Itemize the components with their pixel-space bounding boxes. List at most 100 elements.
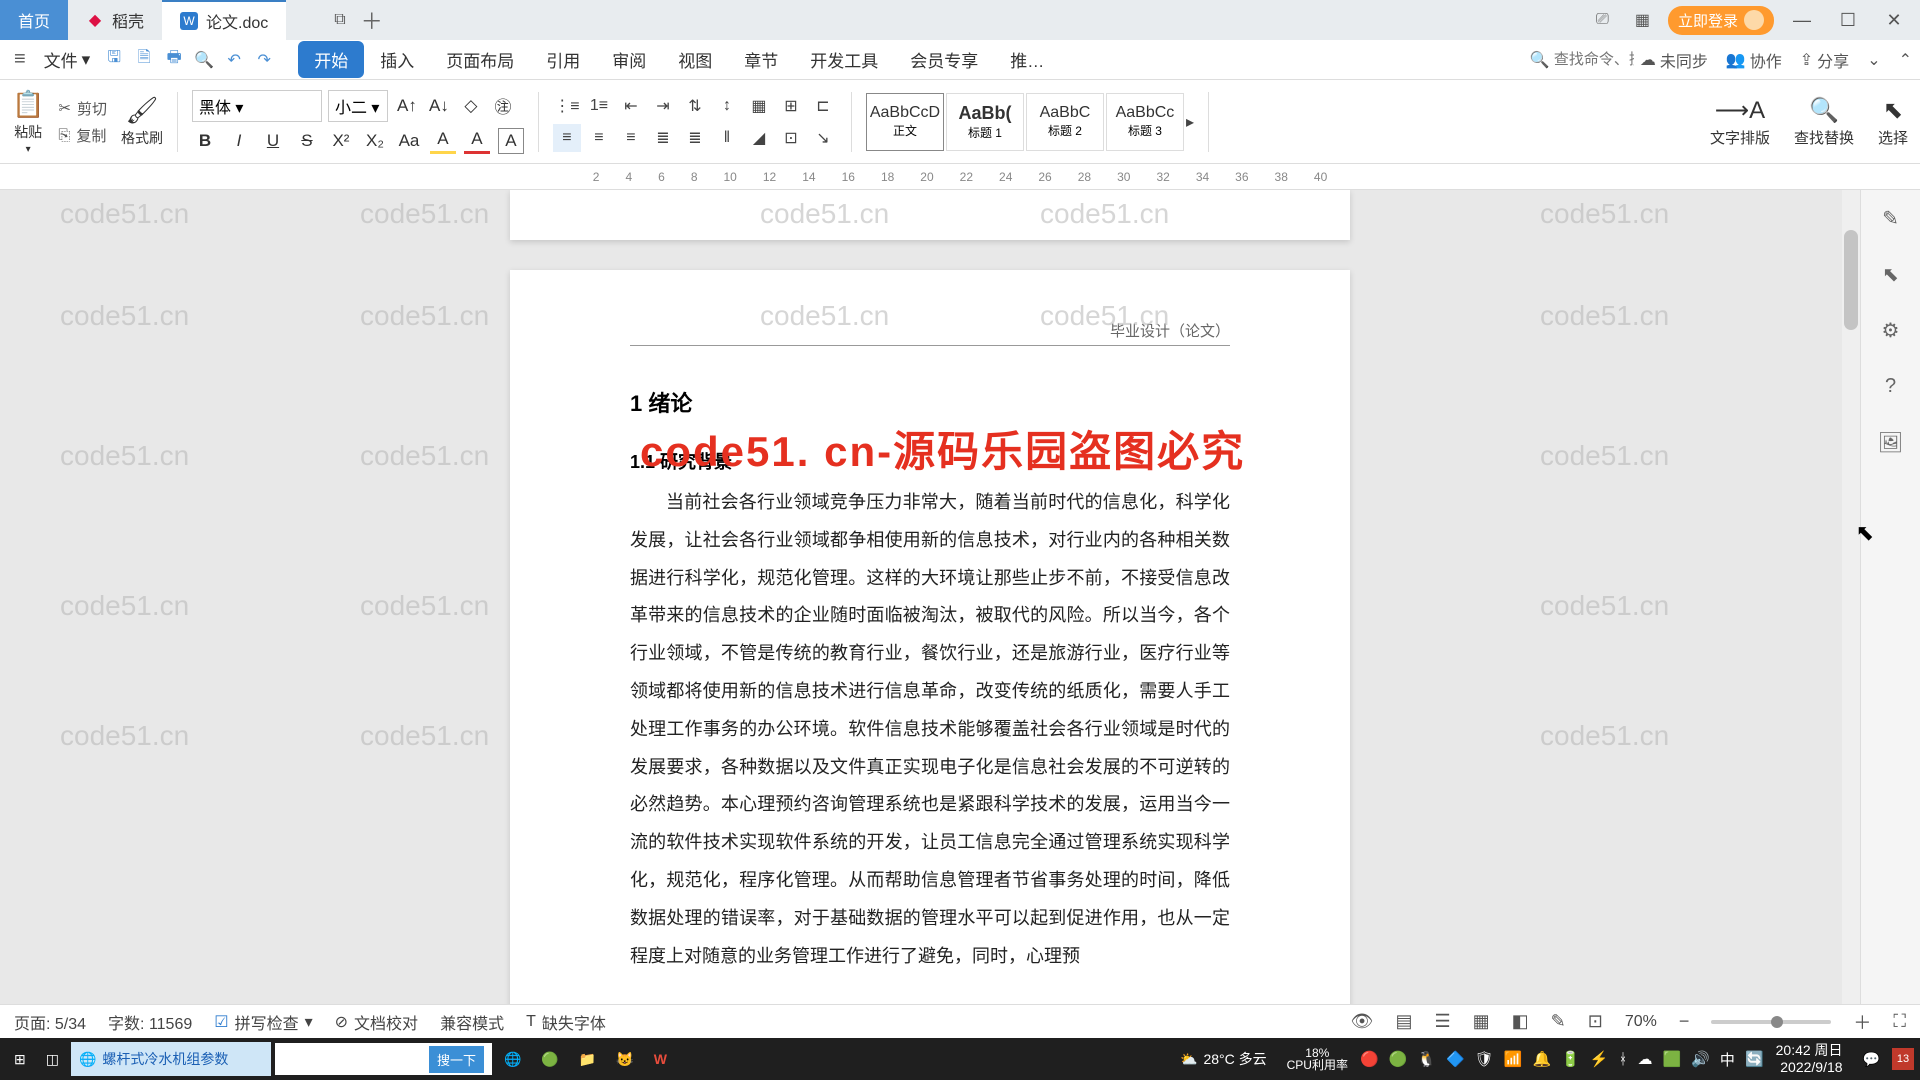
tabs-button[interactable]: ⊏ (809, 92, 837, 120)
align-left-button[interactable]: ≡ (553, 124, 581, 152)
tray-icon[interactable]: 🔷 (1446, 1050, 1465, 1068)
maximize-button[interactable]: ☐ (1830, 0, 1866, 40)
taskbar-clock[interactable]: 20:42 周日 2022/9/18 (1768, 1042, 1851, 1076)
taskbar-search-input[interactable] (283, 1051, 423, 1067)
zoom-slider[interactable] (1711, 1020, 1831, 1024)
pencil-icon[interactable]: ✎ (1875, 202, 1907, 234)
command-search[interactable]: 🔍 (1530, 50, 1634, 70)
apps-grid-icon[interactable]: ▦ (1627, 6, 1658, 34)
menu-tab-references[interactable]: 引用 (530, 41, 596, 78)
notification-badge[interactable]: 13 (1892, 1048, 1914, 1070)
bullets-button[interactable]: ⋮≡ (553, 92, 581, 120)
style-more-button[interactable]: ▸ (1186, 112, 1194, 132)
zoom-thumb[interactable] (1771, 1016, 1783, 1028)
menu-tab-devtools[interactable]: 开发工具 (794, 41, 894, 78)
tray-sync-icon[interactable]: 🔄 (1745, 1050, 1764, 1068)
cut-button[interactable]: ✂剪切 (58, 98, 107, 119)
zoom-out-button[interactable]: − (1679, 1011, 1690, 1032)
qa-print-icon[interactable]: 🖶 (162, 48, 186, 72)
command-search-input[interactable] (1554, 51, 1634, 68)
tray-power-icon[interactable]: ⚡ (1590, 1050, 1609, 1068)
paste-button[interactable]: 📋粘贴▾ (12, 89, 44, 155)
format-painter-button[interactable]: 🖌格式刷 (121, 95, 163, 148)
zoom-in-button[interactable]: ＋ (1853, 1009, 1871, 1035)
strikethrough-button[interactable]: S (294, 128, 320, 154)
edge-icon[interactable]: 🌐 (496, 1042, 529, 1076)
italic-button[interactable]: I (226, 128, 252, 154)
settings-sliders-icon[interactable]: ⚙ (1875, 314, 1907, 346)
help-icon[interactable]: ? (1875, 370, 1907, 402)
task-view-button[interactable]: ◫ (38, 1042, 67, 1076)
qa-preview-icon[interactable]: 🔍 (192, 48, 216, 72)
copy-button[interactable]: ⎘复制 (58, 125, 107, 146)
grow-font-button[interactable]: A↑ (394, 93, 420, 119)
tab-popout-icon[interactable]: ⧉ (326, 7, 353, 33)
menu-tab-view[interactable]: 视图 (662, 41, 728, 78)
char-border-button[interactable]: A (498, 128, 524, 154)
page-indicator[interactable]: 页面: 5/34 (14, 1010, 86, 1034)
scroll-thumb[interactable] (1844, 230, 1858, 330)
line-spacing-button[interactable]: ↕ (713, 92, 741, 120)
fill-button[interactable]: ◢ (745, 124, 773, 152)
tab-home[interactable]: 首页 (0, 0, 68, 40)
align-center-button[interactable]: ≡ (585, 124, 613, 152)
sync-status[interactable]: ☁未同步 (1640, 48, 1708, 72)
menu-tab-review[interactable]: 审阅 (596, 41, 662, 78)
explorer-icon[interactable]: 📁 (571, 1042, 604, 1076)
app-icon-1[interactable]: 😺 (608, 1042, 641, 1076)
line-height-button[interactable]: ‖ (713, 124, 741, 152)
tab-document[interactable]: W 论文.doc (162, 0, 286, 40)
style-heading2[interactable]: AaBbC标题 2 (1026, 93, 1104, 151)
tray-bluetooth-icon[interactable]: ᚼ (1619, 1051, 1628, 1068)
qa-undo-icon[interactable]: ↶ (222, 48, 246, 72)
share-button[interactable]: ⇪分享 (1800, 48, 1849, 72)
distribute-button[interactable]: ≣ (681, 124, 709, 152)
fullscreen-icon[interactable]: ⛶ (1893, 1011, 1906, 1032)
qa-redo-icon[interactable]: ↷ (252, 48, 276, 72)
style-heading3[interactable]: AaBbCc标题 3 (1106, 93, 1184, 151)
superscript-button[interactable]: X² (328, 128, 354, 154)
phonetic-button[interactable]: ㊟ (490, 93, 516, 119)
tab-docker-templates[interactable]: ◆ 稻壳 (68, 0, 162, 40)
close-button[interactable]: ✕ (1876, 0, 1912, 40)
proofread-button[interactable]: ⊘文档校对 (335, 1010, 418, 1034)
highlight-button[interactable]: A (430, 128, 456, 154)
image-tool-icon[interactable]: 🖼 (1875, 426, 1907, 458)
tray-cloud-icon[interactable]: ☁ (1638, 1050, 1653, 1068)
tray-icon[interactable]: 🐧 (1417, 1050, 1436, 1068)
font-name-select[interactable]: 黑体 ▾ (192, 90, 322, 122)
collaborate-button[interactable]: 👥协作 (1726, 48, 1782, 72)
subscript-button[interactable]: X₂ (362, 128, 388, 154)
taskbar-search-button[interactable]: 搜一下 (429, 1046, 484, 1073)
tray-volume-icon[interactable]: 🔊 (1691, 1050, 1710, 1068)
increase-indent-button[interactable]: ⇥ (649, 92, 677, 120)
layout-icon[interactable]: ⎚ (1588, 7, 1617, 33)
menu-tab-start[interactable]: 开始 (298, 41, 364, 78)
reading-mode-icon[interactable]: 👁 (1351, 1011, 1374, 1032)
font-size-select[interactable]: 小二 ▾ (328, 90, 388, 122)
spellcheck-toggle[interactable]: ☑拼写检查 ▾ (214, 1010, 312, 1034)
login-button[interactable]: 立即登录 (1668, 6, 1774, 35)
qa-save-icon[interactable]: 🖫 (102, 48, 126, 72)
tray-shield-icon[interactable]: 🛡 (1475, 1050, 1494, 1068)
font-color-button[interactable]: A (464, 128, 490, 154)
qa-saveas-icon[interactable]: 🗎 (132, 48, 156, 72)
select-button[interactable]: ⬉选择 (1878, 96, 1908, 148)
change-case-button[interactable]: Aa (396, 128, 422, 154)
style-heading1[interactable]: AaBb(标题 1 (946, 93, 1024, 151)
tray-icon[interactable]: 🟢 (1389, 1050, 1408, 1068)
tray-bell-icon[interactable]: 🔔 (1532, 1050, 1551, 1068)
hamburger-icon[interactable]: ≡ (8, 48, 32, 71)
para-settings-button[interactable]: ⊡ (777, 124, 805, 152)
style-body[interactable]: AaBbCcD正文 (866, 93, 944, 151)
borders-button[interactable]: ⊞ (777, 92, 805, 120)
para-more-button[interactable]: ↘ (809, 124, 837, 152)
tray-wifi-icon[interactable]: 📶 (1504, 1050, 1523, 1068)
menu-file[interactable]: 文件 ▾ (38, 47, 97, 72)
underline-button[interactable]: U (260, 128, 286, 154)
vertical-scrollbar[interactable] (1842, 190, 1860, 1028)
menu-tab-pagelayout[interactable]: 页面布局 (430, 41, 530, 78)
sort-button[interactable]: ⇅ (681, 92, 709, 120)
decrease-indent-button[interactable]: ⇤ (617, 92, 645, 120)
ime-indicator[interactable]: 中 (1720, 1049, 1735, 1070)
